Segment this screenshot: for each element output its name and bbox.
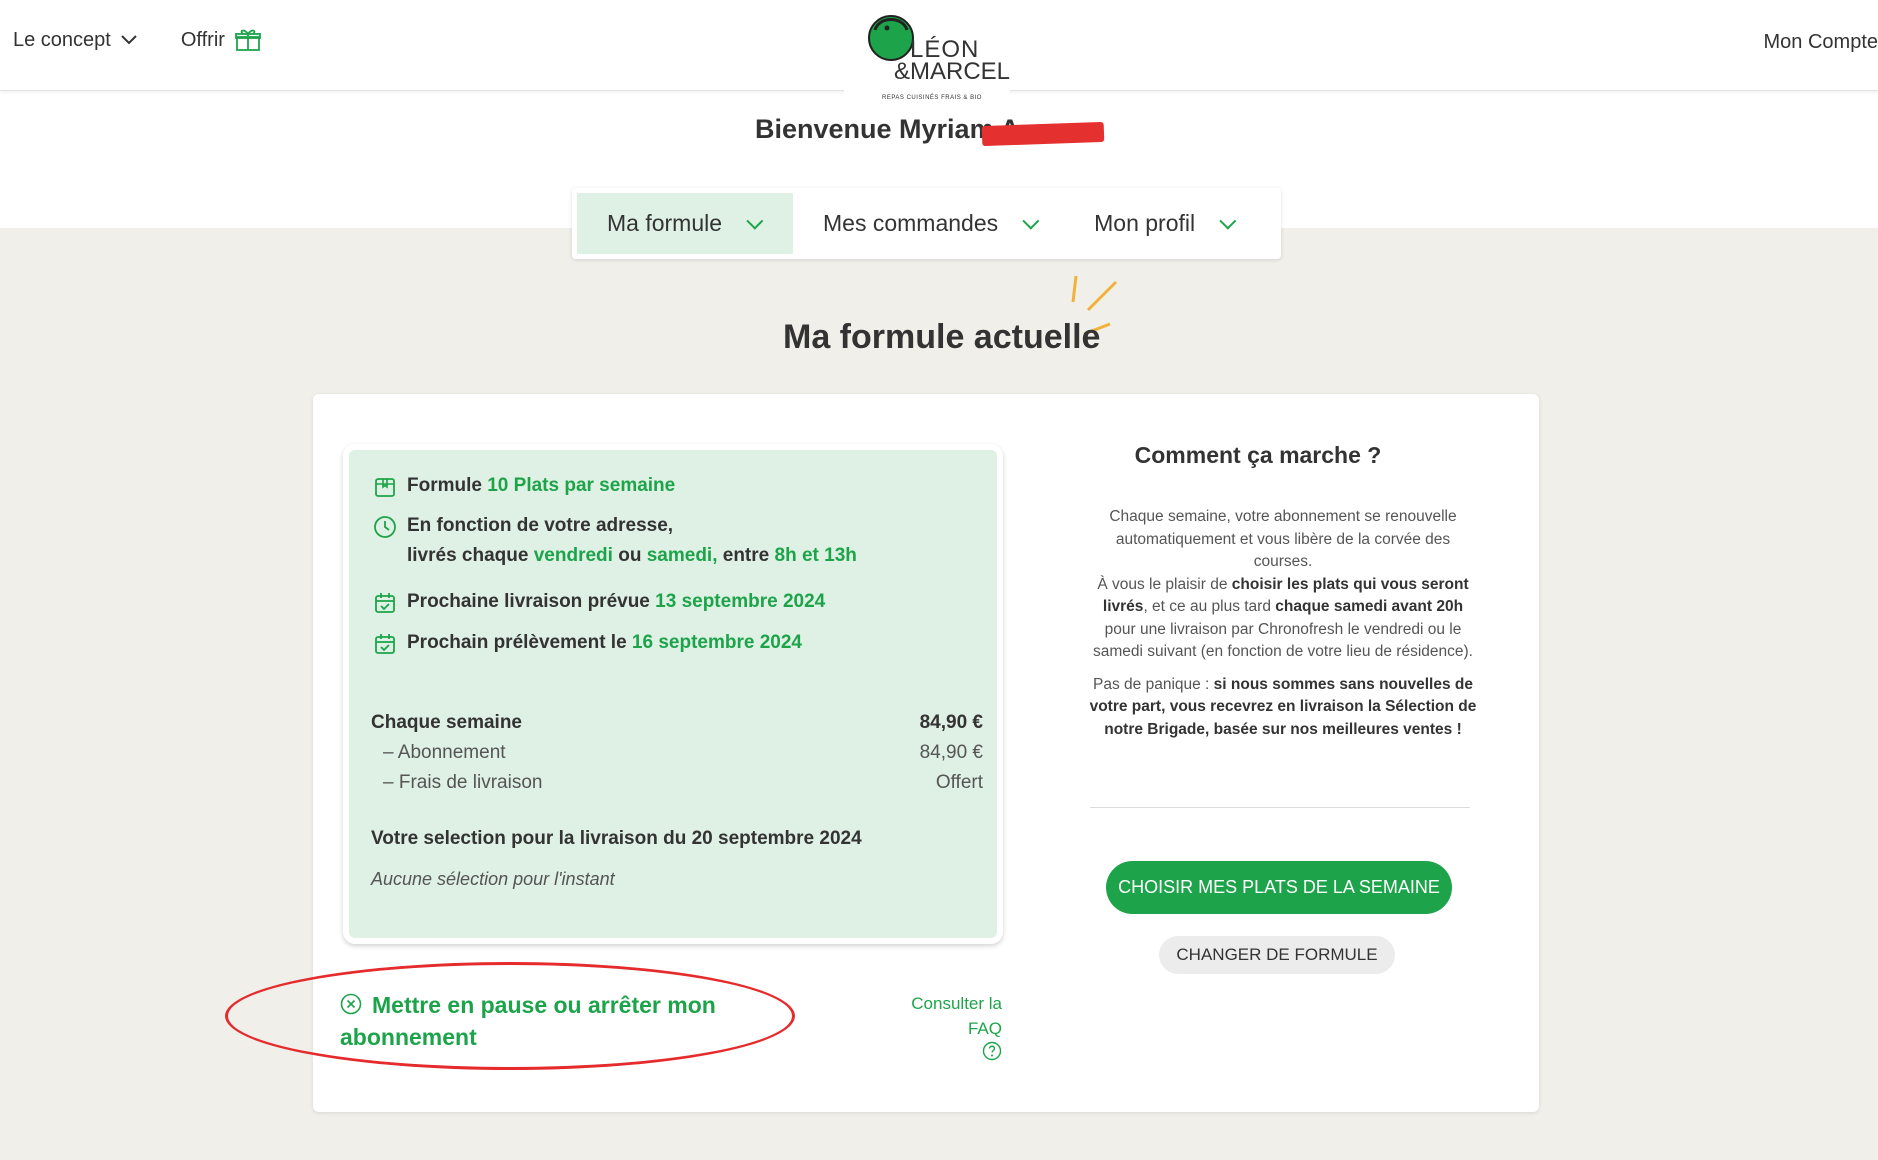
weekly-price-row: Chaque semaine 84,90 €: [371, 712, 983, 734]
selection-empty: Aucune sélection pour l'instant: [371, 869, 615, 889]
next-delivery-row: Prochaine livraison prévue 13 septembre …: [373, 591, 825, 615]
chevron-down-icon: [746, 212, 764, 230]
chevron-down-icon: [1219, 212, 1237, 230]
delivery-text: En fonction de votre adresse, livrés cha…: [407, 515, 857, 567]
how-it-works-text: Chaque semaine, votre abonnement se reno…: [1088, 506, 1478, 741]
subscription-label: – Abonnement: [383, 742, 506, 763]
subscription-value: 84,90 €: [919, 742, 983, 763]
faq-link[interactable]: Consulter la FAQ: [878, 991, 1002, 1068]
delivery-line2: livrés chaque vendredi ou samedi, entre …: [407, 545, 857, 567]
close-circle-icon: [340, 993, 362, 1015]
clock-icon: [374, 516, 396, 538]
pause-subscription-link[interactable]: Mettre en pause ou arrêter mon abonnemen…: [340, 989, 740, 1053]
next-payment-date: 16 septembre 2024: [631, 632, 802, 653]
formula-value: 10 Plats par semaine: [487, 475, 676, 496]
weekly-value: 84,90 €: [919, 712, 983, 733]
tab-mes-commandes[interactable]: Mes commandes: [793, 193, 1064, 254]
section-title: Ma formule actuelle: [783, 318, 1101, 356]
subscription-price-row: – Abonnement 84,90 €: [371, 742, 983, 764]
logo-marcel: &MARCEL: [894, 58, 1011, 85]
how-p1-b: À vous le plaisir de: [1097, 575, 1232, 593]
how-p1-a: Chaque semaine, votre abonnement se reno…: [1109, 508, 1457, 570]
delivery-fee-label: – Frais de livraison: [383, 772, 543, 793]
delivery-or: ou: [612, 545, 647, 566]
pause-link-label: Mettre en pause ou arrêter mon abonnemen…: [340, 992, 716, 1050]
nav-offer-label: Offrir: [180, 28, 225, 51]
redaction-mark: [981, 121, 1105, 147]
formula-card: Formule 10 Plats par semaine En fonction…: [225, 394, 1539, 1112]
nav-concept-label: Le concept: [13, 28, 111, 51]
brand-logo[interactable]: LÉON &MARCEL REPAS CUISINÉS FRAIS & BIO: [844, 0, 1010, 108]
next-payment-row: Prochain prélèvement le 16 septembre 202…: [373, 632, 802, 656]
welcome-heading: Bienvenue Myriam A: [755, 114, 1020, 144]
how-p1-e: chaque samedi avant 20h: [1275, 598, 1464, 615]
tab-ma-formule[interactable]: Ma formule: [577, 193, 793, 254]
next-delivery-label: Prochaine livraison prévue: [407, 591, 656, 612]
next-delivery-date: 13 septembre 2024: [655, 591, 826, 612]
weekly-label: Chaque semaine: [371, 712, 522, 733]
next-payment-label: Prochain prélèvement le: [407, 632, 632, 653]
how-paragraph-2: Pas de panique : si nous sommes sans nou…: [1088, 674, 1478, 742]
box-icon: [375, 478, 395, 497]
delivery-day2: samedi,: [646, 545, 718, 566]
how-p1-f: pour une livraison par Chronofresh le ve…: [1093, 620, 1473, 661]
logo-tagline: REPAS CUISINÉS FRAIS & BIO: [882, 95, 982, 101]
chevron-down-icon: [121, 35, 137, 45]
next-delivery-text: Prochaine livraison prévue 13 septembre …: [407, 591, 825, 613]
help-circle-icon: [982, 1041, 1002, 1061]
delivery-fee-row: – Frais de livraison Offert: [371, 772, 983, 794]
tab-label: Mes commandes: [823, 210, 999, 236]
nav-offer[interactable]: Offrir: [181, 28, 261, 52]
formula-label: Formule: [407, 475, 488, 496]
delivery-between: entre: [717, 545, 775, 566]
account-tabs: Ma formule Mes commandes Mon profil: [572, 188, 1281, 259]
nav-concept[interactable]: Le concept: [13, 29, 137, 52]
how-p2-a: Pas de panique :: [1093, 675, 1214, 693]
delivery-fee-value: Offert: [935, 772, 983, 793]
divider: [1090, 807, 1470, 808]
delivery-row: En fonction de votre adresse, livrés cha…: [373, 515, 857, 567]
formula-summary: Formule 10 Plats par semaine En fonction…: [343, 444, 1003, 944]
calendar-check-icon: [375, 593, 395, 613]
delivery-prefix: livrés chaque: [407, 545, 534, 566]
choose-dishes-button[interactable]: CHOISIR MES PLATS DE LA SEMAINE: [1106, 861, 1452, 914]
calendar-check-icon: [375, 634, 395, 654]
change-formula-button[interactable]: CHANGER DE FORMULE: [1159, 936, 1395, 974]
next-payment-text: Prochain prélèvement le 16 septembre 202…: [407, 632, 802, 654]
delivery-line1: En fonction de votre adresse,: [407, 515, 674, 536]
how-p1-d: , et ce au plus tard: [1143, 598, 1276, 615]
selection-title: Votre selection pour la livraison du 20 …: [371, 828, 862, 849]
how-it-works-title: Comment ça marche ?: [1134, 442, 1382, 468]
tab-mon-profil[interactable]: Mon profil: [1064, 193, 1261, 254]
chevron-down-icon: [1022, 212, 1040, 230]
delivery-day1: vendredi: [533, 545, 613, 566]
gift-icon: [235, 29, 261, 51]
formula-row: Formule 10 Plats par semaine: [373, 475, 675, 499]
account-link[interactable]: Mon Compte: [1764, 31, 1878, 54]
faq-link-label: Consulter la FAQ: [911, 994, 1002, 1038]
delivery-hours: 8h et 13h: [774, 545, 857, 566]
tab-label: Ma formule: [607, 210, 723, 236]
how-paragraph-1: Chaque semaine, votre abonnement se reno…: [1088, 506, 1478, 664]
tab-label: Mon profil: [1094, 210, 1196, 236]
formula-text: Formule 10 Plats par semaine: [407, 475, 675, 497]
main-nav: Le concept Offrir: [13, 28, 261, 52]
